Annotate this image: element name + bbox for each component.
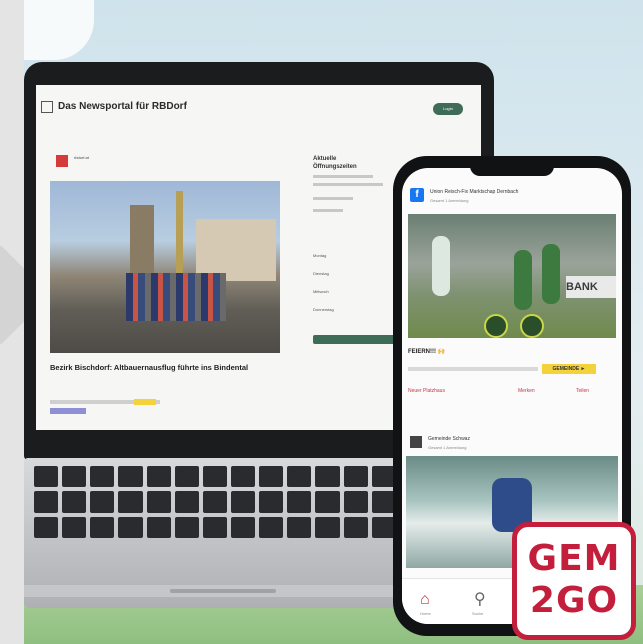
article-photo[interactable]: [50, 181, 280, 353]
player: [514, 250, 532, 310]
sidebar-row: Donnerstag: [313, 307, 334, 312]
more-link[interactable]: Neuer Platzhaus: [408, 388, 445, 394]
comment-preview: [408, 367, 538, 371]
post-caption: FEIERN!!! 🙌: [408, 349, 446, 355]
sidebar-line: [313, 197, 353, 200]
club-logo-icon: [520, 314, 544, 338]
post-author[interactable]: Gemeinde Schwaz: [428, 436, 470, 442]
phone-notch: [470, 162, 554, 176]
group-of-people: [126, 273, 226, 321]
sidebar-line: [313, 209, 343, 212]
cloud: [24, 0, 94, 60]
gem2go-logo: GEM 2GO: [512, 522, 636, 640]
plague-column: [176, 191, 183, 283]
sidebar-row: Mittwoch: [313, 289, 329, 294]
logo-line-2: 2GO: [529, 580, 619, 621]
laptop-keyboard: [34, 466, 424, 538]
sidebar-title: Aktuelle Öffnungszeiten: [313, 156, 357, 170]
sidebar-row: Montag: [313, 253, 327, 258]
sidebar-row: Dienstag: [313, 271, 329, 276]
home-icon[interactable]: ⌂: [420, 591, 430, 609]
post-subtitle: Gesamt 1 Anmeldung: [430, 198, 469, 203]
building: [196, 219, 276, 281]
category-tag[interactable]: [50, 408, 86, 414]
logo-line-1: GEM: [527, 538, 621, 579]
sidebar-line: [313, 175, 373, 178]
post-author[interactable]: Union Reisch-Fix Marktschap Dernbach: [430, 189, 518, 195]
ad-banner: BANK: [566, 276, 616, 298]
meta-chip: [134, 399, 156, 405]
site-title[interactable]: Das Newsportal für RBDorf: [44, 101, 187, 112]
laptop-trackpad-notch: [170, 589, 276, 593]
login-button[interactable]: Login: [433, 103, 463, 115]
player: [542, 244, 560, 304]
facebook-icon: f: [410, 188, 424, 202]
nav-home-label: Home: [420, 611, 431, 616]
post-subtitle: Gesamt 1 Anmeldung: [428, 445, 467, 450]
left-edge-panel: [0, 0, 24, 644]
article-headline[interactable]: Bezirk Bischdorf: Altbauernausflug führt…: [50, 361, 260, 374]
sports-photo[interactable]: BANK: [408, 214, 616, 338]
nav-search-label: Suche: [472, 611, 484, 616]
church-tower: [130, 205, 154, 275]
bookmark-button[interactable]: Merken: [518, 388, 535, 394]
player: [432, 236, 450, 296]
share-button[interactable]: Teilen: [576, 388, 589, 394]
community-chip[interactable]: GEMEINDE ►: [542, 364, 596, 374]
search-icon[interactable]: ⚲: [474, 589, 486, 609]
club-logo-icon: [484, 314, 508, 338]
post-source[interactable]: rbdorf.at: [74, 155, 89, 160]
post-avatar: [410, 436, 422, 448]
sidebar-line: [313, 183, 383, 186]
source-avatar: [56, 155, 68, 167]
